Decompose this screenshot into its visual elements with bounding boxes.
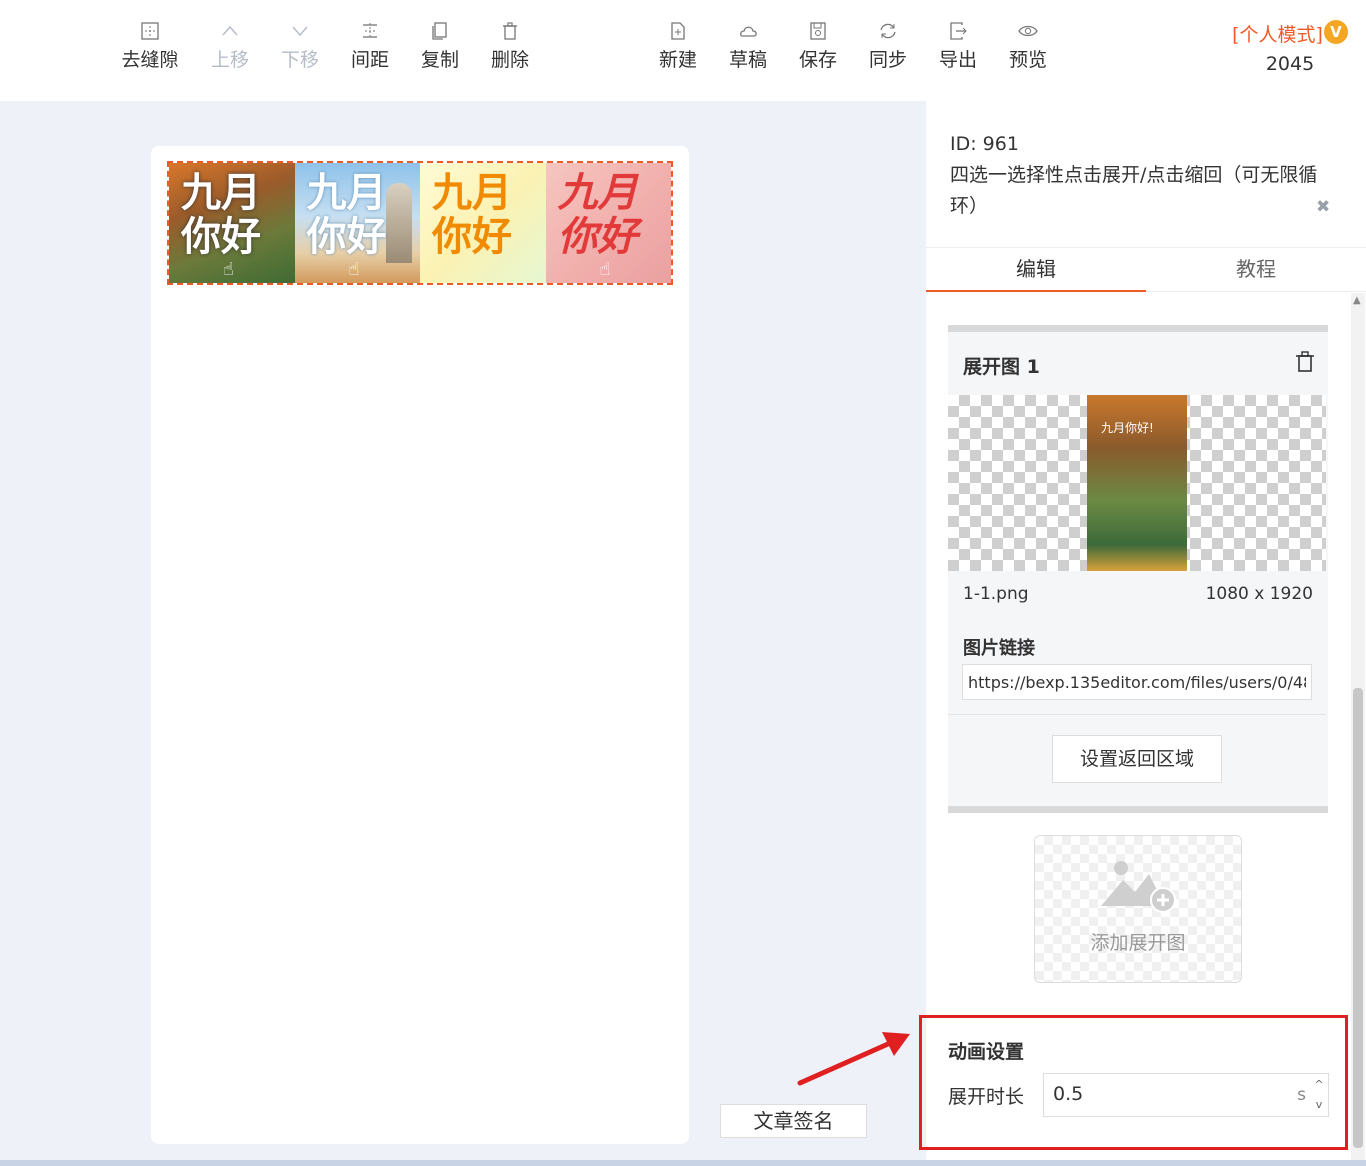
image-filename: 1-1.png [963,584,1029,604]
sync-label: 同步 [868,49,907,71]
banner-panel-text: 九月 你好 [432,171,512,259]
top-toolbar: 去缝隙 上移 下移 间距 复制 删除 新建 草稿 保存 同步 导出 预览 [个人… [0,0,1366,101]
trash-icon[interactable] [1294,350,1316,378]
component-info: ID: 961 四选一选择性点击展开/点击缩回（可无限循环） [950,129,1340,222]
cloud-icon [713,20,783,48]
draft-label: 草稿 [728,49,767,71]
personal-mode-label[interactable]: [个人模式] [1232,24,1323,46]
sync-icon [853,20,923,48]
save-icon [783,20,853,48]
banner-line-1: 九月 [557,170,638,216]
sync-button[interactable]: 同步 [853,20,923,72]
component-id: ID: 961 [950,133,1019,155]
image-link-label: 图片链接 [963,638,1035,659]
copy-label: 复制 [420,49,459,71]
bottom-edge [0,1160,1366,1166]
annotation-arrow-icon [797,1032,910,1086]
banner-line-2: 你好 [557,214,638,260]
export-icon [923,20,993,48]
sidebar-tabs: 编辑 教程 [926,247,1366,292]
new-file-icon [643,20,713,48]
eye-icon [993,20,1063,48]
trash-icon [475,20,545,48]
delete-label: 删除 [490,49,529,71]
banner-line-2: 你好 [181,214,261,260]
annotation-highlight-box [919,1015,1348,1150]
expand-image-thumbnail: 九月你好! [1087,395,1187,571]
new-label: 新建 [658,49,697,71]
tab-tutorial[interactable]: 教程 [1146,248,1366,292]
spacing-button[interactable]: 间距 [335,20,405,72]
component-description: 四选一选择性点击展开/点击缩回（可无限循环） [950,164,1318,217]
personal-mode[interactable]: [个人模式] V 2045 [1225,20,1355,75]
export-button[interactable]: 导出 [923,20,993,72]
banner-panel-text: 九月 你好 [181,171,261,259]
add-expand-image-button[interactable]: 添加展开图 [1034,835,1242,983]
pointer-hand-icon: ☝ [348,259,360,280]
pointer-hand-icon: ☝ [223,259,234,280]
remove-gap-button[interactable]: 去缝隙 [115,20,185,72]
selected-banner-component[interactable]: 九月 你好 ☝ 九月 你好 ☝ 九月 你好 九月 你好 ☝ [167,161,673,285]
preview-button[interactable]: 预览 [993,20,1063,72]
preview-label: 预览 [1008,49,1047,71]
article-signature-button[interactable]: 文章签名 [720,1104,867,1138]
add-image-icon [1099,858,1179,922]
save-label: 保存 [798,49,837,71]
banner-panel-text: 九月 你好 [307,171,387,259]
add-expand-image-label: 添加展开图 [1090,932,1186,954]
banner-panel-text: 九月 你好 [558,171,638,259]
spacing-label: 间距 [350,49,389,71]
expand-image-title: 展开图 1 [963,356,1040,378]
delete-button[interactable]: 删除 [475,20,545,72]
thumbnail-text: 九月你好! [1101,421,1154,435]
banner-panel-2[interactable]: 九月 你好 ☝ [294,163,420,283]
image-link-input[interactable] [962,664,1312,700]
banner-panel-1[interactable]: 九月 你好 ☝ [169,163,295,283]
banner-line-1: 九月 [181,170,261,216]
spacing-icon [335,20,405,48]
set-return-area-button[interactable]: 设置返回区域 [1052,735,1222,783]
tab-edit[interactable]: 编辑 [926,248,1146,292]
copy-button[interactable]: 复制 [405,20,475,72]
expand-image-preview[interactable]: 九月你好! [948,395,1326,571]
expand-image-card: 展开图 1 九月你好! 1-1.png 1080 x 1920 图片链接 设置返… [948,325,1328,813]
sidebar-scrollbar[interactable]: ▲ [1351,293,1365,1166]
tools-icon[interactable]: ✖ [1316,197,1330,217]
scroll-up-icon[interactable]: ▲ [1353,295,1361,306]
move-up-button[interactable]: 上移 [195,20,265,72]
banner-panel-4[interactable]: 九月 你好 ☝ [545,163,671,283]
image-dimensions: 1080 x 1920 [1205,584,1313,604]
move-down-label: 下移 [280,49,319,71]
export-label: 导出 [938,49,977,71]
pointer-hand-icon: ☝ [599,259,611,280]
banner-line-1: 九月 [306,170,387,216]
move-down-button[interactable]: 下移 [265,20,335,72]
article-canvas[interactable]: 九月 你好 ☝ 九月 你好 ☝ 九月 你好 九月 你好 ☝ [151,146,689,1144]
gap-icon [115,20,185,48]
banner-panel-3[interactable]: 九月 你好 [420,163,546,283]
right-sidebar: ID: 961 四选一选择性点击展开/点击缩回（可无限循环） ✖ 编辑 教程 ▲… [926,101,1366,1166]
mode-count: 2045 [1265,53,1315,75]
copy-icon [405,20,475,48]
banner-line-2: 你好 [306,214,387,260]
windmill-image [386,183,412,263]
move-up-label: 上移 [210,49,249,71]
remove-gap-label: 去缝隙 [121,49,179,71]
vip-badge-icon: V [1323,20,1348,44]
chevron-up-icon [195,20,265,48]
banner-line-2: 你好 [432,214,512,260]
save-button[interactable]: 保存 [783,20,853,72]
new-button[interactable]: 新建 [643,20,713,72]
chevron-down-icon [265,20,335,48]
draft-button[interactable]: 草稿 [713,20,783,72]
banner-line-1: 九月 [432,170,512,216]
card-divider [948,714,1326,715]
scrollbar-thumb[interactable] [1353,688,1363,1148]
